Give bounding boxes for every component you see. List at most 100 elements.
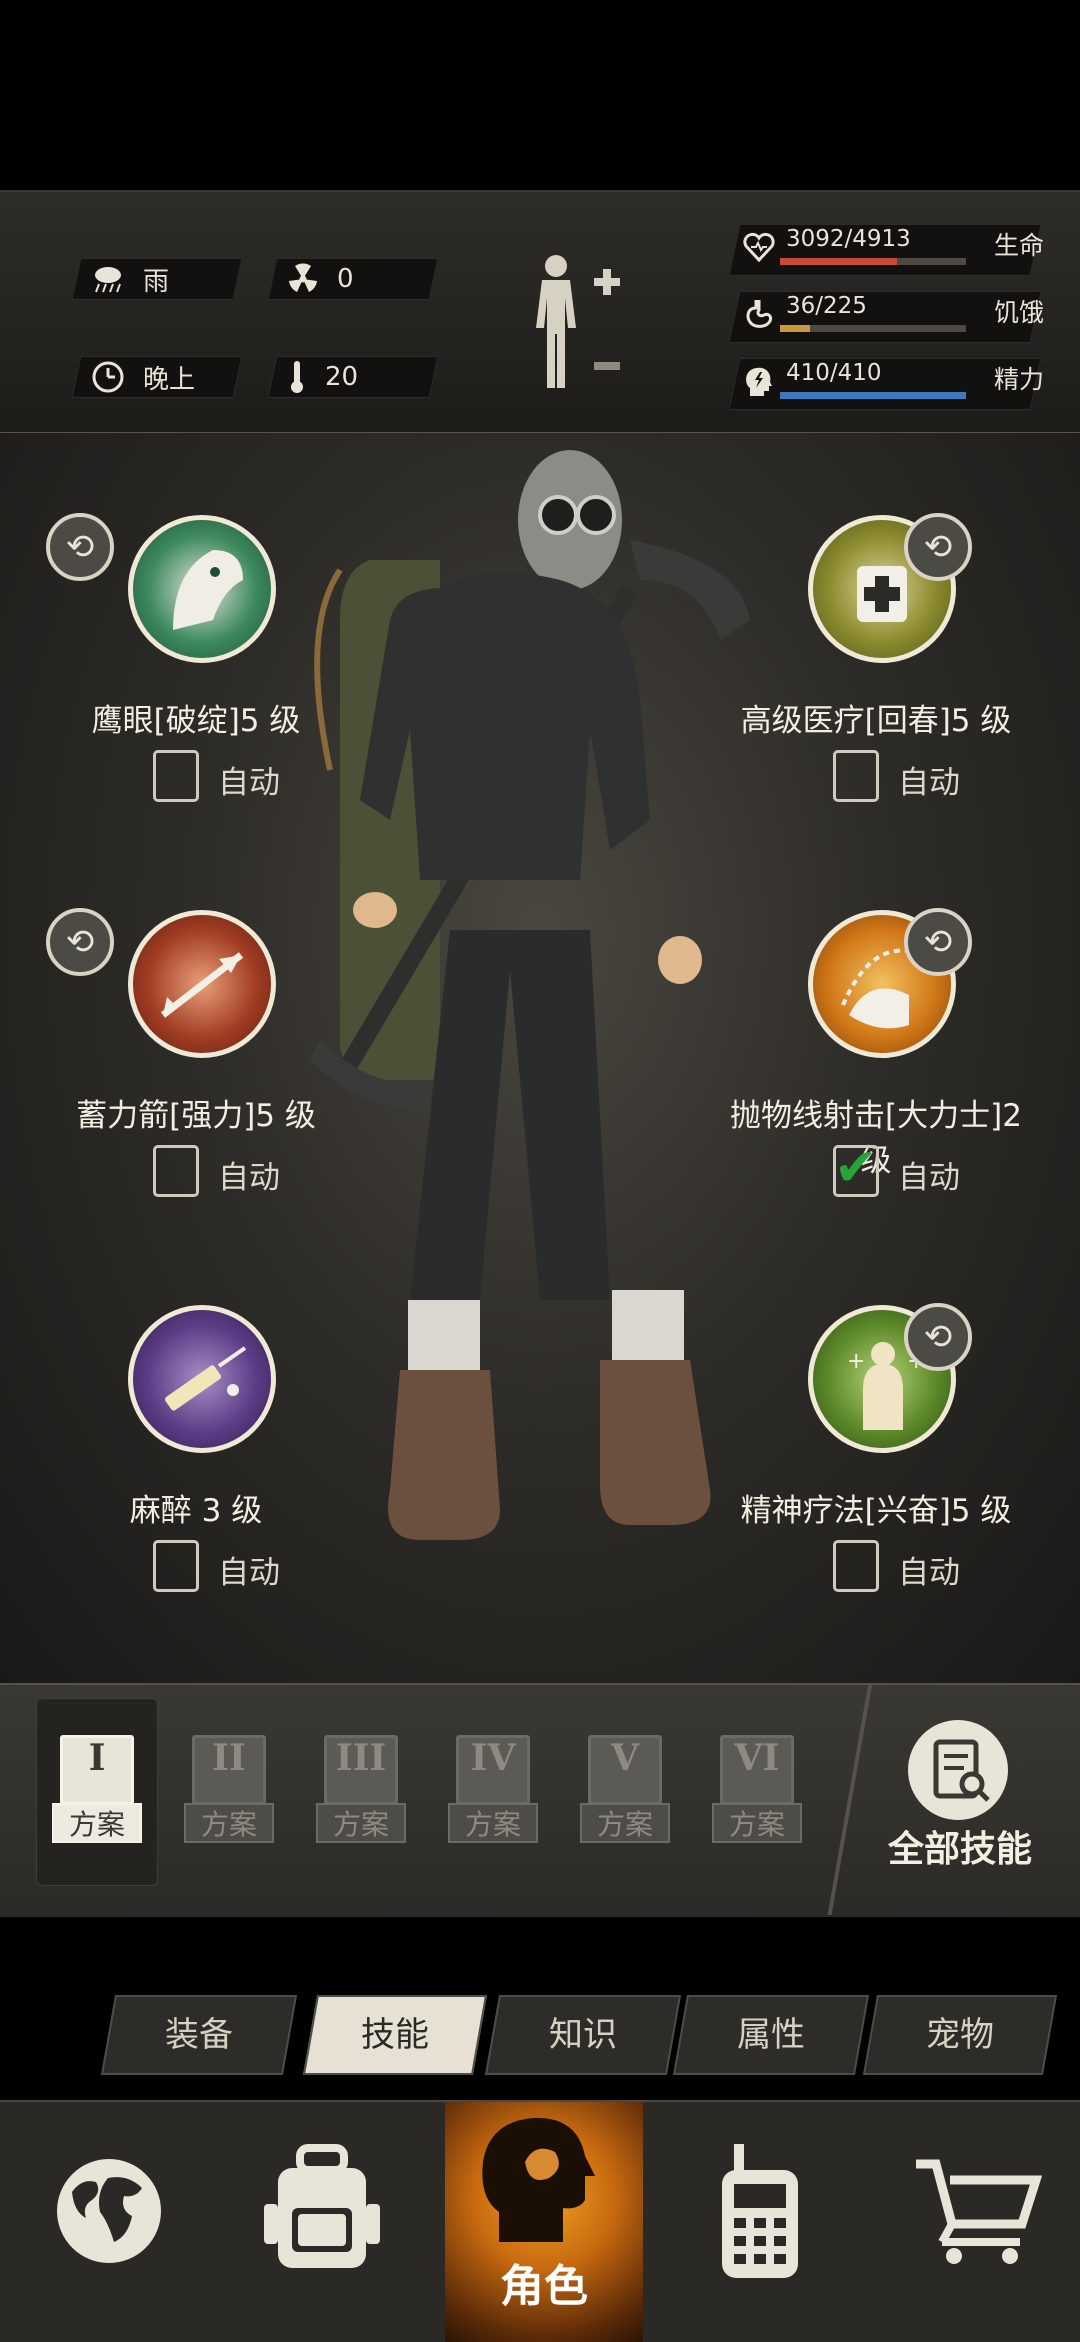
swap-skill-icon[interactable]: ⟲ bbox=[904, 513, 972, 581]
nav-character[interactable]: 角色 bbox=[445, 2102, 643, 2342]
plan-1-button[interactable]: I 方案 bbox=[52, 1735, 142, 1853]
plan-numeral: II bbox=[212, 1737, 246, 1779]
plan-3-button[interactable]: III 方案 bbox=[316, 1735, 406, 1853]
clock-icon bbox=[92, 361, 124, 393]
auto-checkbox[interactable] bbox=[833, 1540, 879, 1592]
weather-label: 雨 bbox=[143, 266, 170, 297]
tab-equipment[interactable]: 装备 bbox=[100, 1995, 298, 2075]
auto-checkbox[interactable]: ✔ bbox=[833, 1138, 879, 1198]
hunger-bar bbox=[780, 325, 966, 332]
hunger-value: 36/225 bbox=[786, 293, 867, 319]
heart-icon bbox=[743, 232, 775, 263]
plan-6-button[interactable]: VI 方案 bbox=[712, 1735, 802, 1853]
skill-charged-arrow[interactable]: ⟲ 蓄力箭[强力]5 级 自动 bbox=[36, 908, 356, 1300]
health-stat: 3092/4913 生命 bbox=[724, 220, 1060, 276]
auto-checkbox[interactable] bbox=[153, 1145, 199, 1197]
human-body-icon bbox=[536, 255, 620, 388]
globe-icon bbox=[53, 2155, 165, 2267]
auto-label: 自动 bbox=[898, 1160, 960, 1196]
tab-label: 技能 bbox=[361, 2015, 429, 2055]
time-indicator: 晚上 bbox=[71, 356, 243, 398]
category-tabs: 装备 技能 知识 属性 宠物 bbox=[100, 1995, 1068, 2077]
plan-label: 方案 bbox=[580, 1803, 670, 1843]
thermometer-icon bbox=[291, 361, 303, 393]
cart-icon bbox=[916, 2159, 1043, 2264]
energy-value: 410/410 bbox=[786, 360, 882, 386]
all-skills-button[interactable]: 全部技能 bbox=[870, 1720, 1050, 1880]
status-panel: 雨 0 晚上 20 3092/4913 生命 36/225 饥饿 410/410… bbox=[0, 190, 1080, 435]
radiation-value: 0 bbox=[337, 264, 354, 294]
health-value: 3092/4913 bbox=[786, 226, 911, 252]
character-figure bbox=[300, 408, 780, 1540]
swap-skill-icon[interactable]: ⟲ bbox=[46, 908, 114, 976]
auto-label: 自动 bbox=[898, 1555, 960, 1591]
body-status-button[interactable] bbox=[520, 250, 630, 400]
skill-anesthesia[interactable]: 麻醉 3 级 自动 bbox=[36, 1305, 356, 1695]
auto-label: 自动 bbox=[218, 765, 280, 801]
energy-stat: 410/410 精力 bbox=[724, 354, 1060, 410]
checkmark-icon: ✔ bbox=[834, 1138, 878, 1198]
tab-label: 装备 bbox=[165, 2015, 233, 2055]
swap-skill-icon[interactable]: ⟲ bbox=[904, 908, 972, 976]
charged-arrow-icon[interactable] bbox=[128, 910, 276, 1058]
skill-advanced-medical[interactable]: ⟲ 高级医疗[回春]5 级 自动 bbox=[716, 513, 1036, 905]
tab-knowledge[interactable]: 知识 bbox=[484, 1995, 682, 2075]
energy-label: 精力 bbox=[994, 365, 1045, 394]
skill-title: 精神疗法[兴奋]5 级 bbox=[740, 1493, 1012, 1529]
radio-icon bbox=[722, 2144, 798, 2278]
nav-world[interactable] bbox=[50, 2152, 168, 2270]
time-label: 晚上 bbox=[143, 364, 196, 395]
nav-backpack[interactable] bbox=[262, 2144, 382, 2274]
plan-label: 方案 bbox=[448, 1803, 538, 1843]
skill-title: 麻醉 3 级 bbox=[129, 1493, 263, 1529]
backpack-icon bbox=[264, 2144, 380, 2268]
nav-radio[interactable] bbox=[716, 2142, 806, 2282]
bottom-nav: 角色 bbox=[0, 2100, 1080, 2342]
swap-skill-icon[interactable]: ⟲ bbox=[46, 513, 114, 581]
auto-checkbox[interactable] bbox=[153, 750, 199, 802]
auto-label: 自动 bbox=[898, 765, 960, 801]
plan-numeral: I bbox=[88, 1737, 106, 1779]
plan-label: 方案 bbox=[712, 1803, 802, 1843]
tab-label: 宠物 bbox=[926, 2015, 994, 2055]
skill-book-icon bbox=[908, 1720, 1008, 1820]
svg-text:+: + bbox=[847, 1349, 865, 1374]
weather-indicator: 雨 bbox=[71, 258, 243, 300]
character-head-icon bbox=[482, 2117, 595, 2242]
auto-label: 自动 bbox=[218, 1160, 280, 1196]
skill-mental-therapy[interactable]: ++ ⟲ 精神疗法[兴奋]5 级 自动 bbox=[716, 1303, 1036, 1695]
tab-pets[interactable]: 宠物 bbox=[862, 1995, 1058, 2075]
tab-attributes[interactable]: 属性 bbox=[672, 1995, 870, 2075]
energy-head-icon bbox=[746, 367, 772, 396]
skill-title: 鹰眼[破绽]5 级 bbox=[91, 703, 301, 739]
plan-label: 方案 bbox=[316, 1803, 406, 1843]
skill-parabolic-shot[interactable]: ⟲ 抛物线射击[大力士]2 级 ✔ 自动 bbox=[716, 908, 1036, 1300]
plan-2-button[interactable]: II 方案 bbox=[184, 1735, 274, 1853]
temperature-value: 20 bbox=[325, 362, 359, 392]
all-skills-label: 全部技能 bbox=[887, 1829, 1032, 1870]
plan-numeral: IV bbox=[470, 1737, 516, 1779]
auto-checkbox[interactable] bbox=[833, 750, 879, 802]
skill-eagle-eye[interactable]: ⟲ 鹰眼[破绽]5 级 自动 bbox=[36, 513, 356, 905]
skill-title: 高级医疗[回春]5 级 bbox=[740, 703, 1012, 739]
plan-label: 方案 bbox=[184, 1803, 274, 1843]
plan-5-button[interactable]: V 方案 bbox=[580, 1735, 670, 1853]
nav-shop[interactable] bbox=[912, 2156, 1043, 2266]
hunger-label: 饥饿 bbox=[994, 298, 1045, 327]
rain-cloud-icon bbox=[95, 267, 121, 293]
plan-4-button[interactable]: IV 方案 bbox=[448, 1735, 538, 1853]
auto-label: 自动 bbox=[218, 1555, 280, 1591]
tab-label: 知识 bbox=[549, 2015, 617, 2055]
syringe-icon[interactable] bbox=[128, 1305, 276, 1453]
plan-label: 方案 bbox=[52, 1803, 142, 1843]
auto-checkbox[interactable] bbox=[153, 1540, 199, 1592]
swap-skill-icon[interactable]: ⟲ bbox=[904, 1303, 972, 1371]
energy-bar bbox=[780, 392, 966, 399]
nav-active-label: 角色 bbox=[500, 2261, 588, 2312]
plan-numeral: VI bbox=[734, 1737, 780, 1779]
eagle-eye-icon[interactable] bbox=[128, 515, 276, 663]
hunger-stat: 36/225 饥饿 bbox=[724, 287, 1060, 343]
tab-skills[interactable]: 技能 bbox=[302, 1995, 488, 2075]
plan-numeral: III bbox=[335, 1737, 387, 1779]
skill-title: 蓄力箭[强力]5 级 bbox=[76, 1098, 316, 1134]
